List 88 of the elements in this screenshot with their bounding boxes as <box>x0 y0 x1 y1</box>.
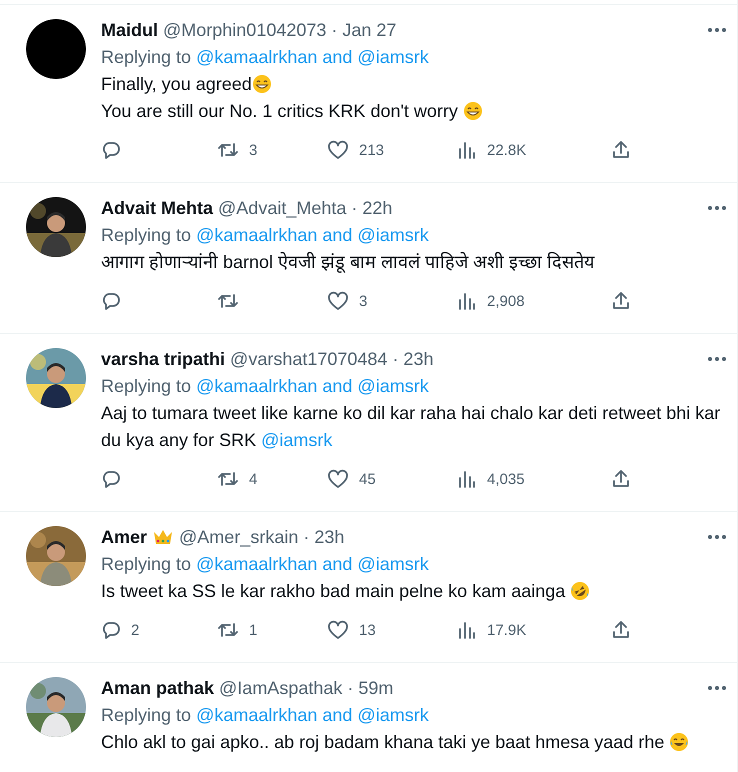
bar-chart-icon <box>457 620 477 640</box>
reply-button[interactable] <box>101 140 121 160</box>
display-name[interactable]: Maidul <box>101 20 158 40</box>
like-button[interactable] <box>327 291 349 311</box>
share-button[interactable] <box>611 469 631 489</box>
user-handle[interactable]: @varshat17070484 <box>230 348 388 370</box>
bar-chart-icon <box>457 469 477 489</box>
views-button[interactable] <box>457 291 477 311</box>
share-icon <box>611 291 631 311</box>
reply-button[interactable] <box>101 620 121 640</box>
display-name[interactable]: Amer <box>101 526 148 548</box>
view-count: 4,035 <box>487 470 525 488</box>
timestamp[interactable]: · 22h <box>351 198 392 218</box>
crying-laughing-face-icon <box>669 732 690 752</box>
display-name[interactable]: varsha tripathi <box>101 348 226 370</box>
reply-icon <box>101 469 121 489</box>
reply-button[interactable] <box>101 291 121 311</box>
display-name[interactable]: Advait Mehta <box>101 198 214 218</box>
retweet-icon <box>217 620 239 640</box>
reply-icon <box>101 620 121 640</box>
tweet-text: Aaj to tumara tweet like karne ko dil kar raha hai chalo kar deti retweet bhi kar du kya any for SRK @iamsrk <box>101 402 722 452</box>
view-count: 17.9K <box>487 622 526 638</box>
reply-count: 2 <box>131 622 140 638</box>
more-icon[interactable] <box>707 27 727 33</box>
tweet-text: Is tweet ka SS le kar rakho bad main pelne ko kam aainga <box>101 578 735 605</box>
share-icon <box>611 620 631 640</box>
grinning-face-icon <box>462 101 483 121</box>
view-count: 22.8K <box>487 142 526 158</box>
like-count: 45 <box>359 470 376 488</box>
user-handle[interactable]: @IamAspathak <box>219 678 342 698</box>
retweet-icon <box>217 469 239 489</box>
share-icon <box>611 140 631 160</box>
replying-label: Replying to <box>101 554 192 574</box>
retweet-button[interactable] <box>217 469 239 489</box>
tweet-text: Chlo akl to gai apko.. ab roj badam khana taki ye baat hmesa yaad rhe <box>101 729 735 756</box>
avatar[interactable] <box>26 19 86 79</box>
timestamp[interactable]: · 23h <box>303 526 344 548</box>
retweet-button[interactable] <box>217 620 239 640</box>
heart-icon <box>327 140 349 160</box>
like-button[interactable] <box>327 469 349 489</box>
retweet-icon <box>217 291 239 311</box>
replying-label: Replying to <box>101 376 192 396</box>
user-handle[interactable]: @Amer_srkain <box>179 526 298 548</box>
user-handle[interactable]: @Morphin01042073 <box>163 20 326 40</box>
views-button[interactable] <box>457 140 477 160</box>
retweet-count: 4 <box>249 470 258 488</box>
reply-icon <box>101 140 121 160</box>
views-button[interactable] <box>457 469 477 489</box>
display-name[interactable]: Aman pathak <box>101 678 214 698</box>
reply-icon <box>101 291 121 311</box>
bar-chart-icon <box>457 140 477 160</box>
share-button[interactable] <box>611 291 631 311</box>
share-button[interactable] <box>611 140 631 160</box>
like-button[interactable] <box>327 140 349 160</box>
heart-icon <box>327 469 349 489</box>
replying-label: Replying to <box>101 224 192 246</box>
more-icon[interactable] <box>707 685 727 691</box>
replying-label: Replying to <box>101 704 192 726</box>
like-count: 213 <box>359 142 384 158</box>
tweet-text: आगाग होणाऱ्यांनी barnol ऐवजी झंडू बाम लावलं पाहिजे अशी इच्छा दिसतेय <box>101 250 596 275</box>
more-icon[interactable] <box>707 205 727 211</box>
share-icon <box>611 469 631 489</box>
timestamp[interactable]: · 59m <box>347 678 394 698</box>
like-button[interactable] <box>327 620 349 640</box>
retweet-button[interactable] <box>217 291 239 311</box>
more-icon[interactable] <box>707 356 727 362</box>
view-count: 2,908 <box>487 292 525 310</box>
heart-icon <box>327 291 349 311</box>
views-button[interactable] <box>457 620 477 640</box>
retweet-count: 3 <box>249 142 258 158</box>
timestamp[interactable]: · 23h <box>392 348 434 370</box>
timestamp[interactable]: · Jan 27 <box>331 20 396 40</box>
replying-label: Replying to <box>101 46 192 68</box>
share-button[interactable] <box>611 620 631 640</box>
user-handle[interactable]: @Advait_Mehta <box>218 198 346 218</box>
grinning-face-icon <box>252 74 272 94</box>
crown-icon <box>152 528 174 546</box>
retweet-icon <box>217 140 239 160</box>
more-icon[interactable] <box>707 534 727 540</box>
retweet-button[interactable] <box>217 140 239 160</box>
laughing-face-icon <box>570 581 590 601</box>
retweet-count: 1 <box>249 622 258 638</box>
bar-chart-icon <box>457 291 477 311</box>
like-count: 13 <box>359 622 376 638</box>
reply-button[interactable] <box>101 469 121 489</box>
like-count: 3 <box>359 292 368 310</box>
heart-icon <box>327 620 349 640</box>
tweet-text: Finally, you agreed You are still our No. 1 critics KRK don't worry <box>101 71 735 125</box>
